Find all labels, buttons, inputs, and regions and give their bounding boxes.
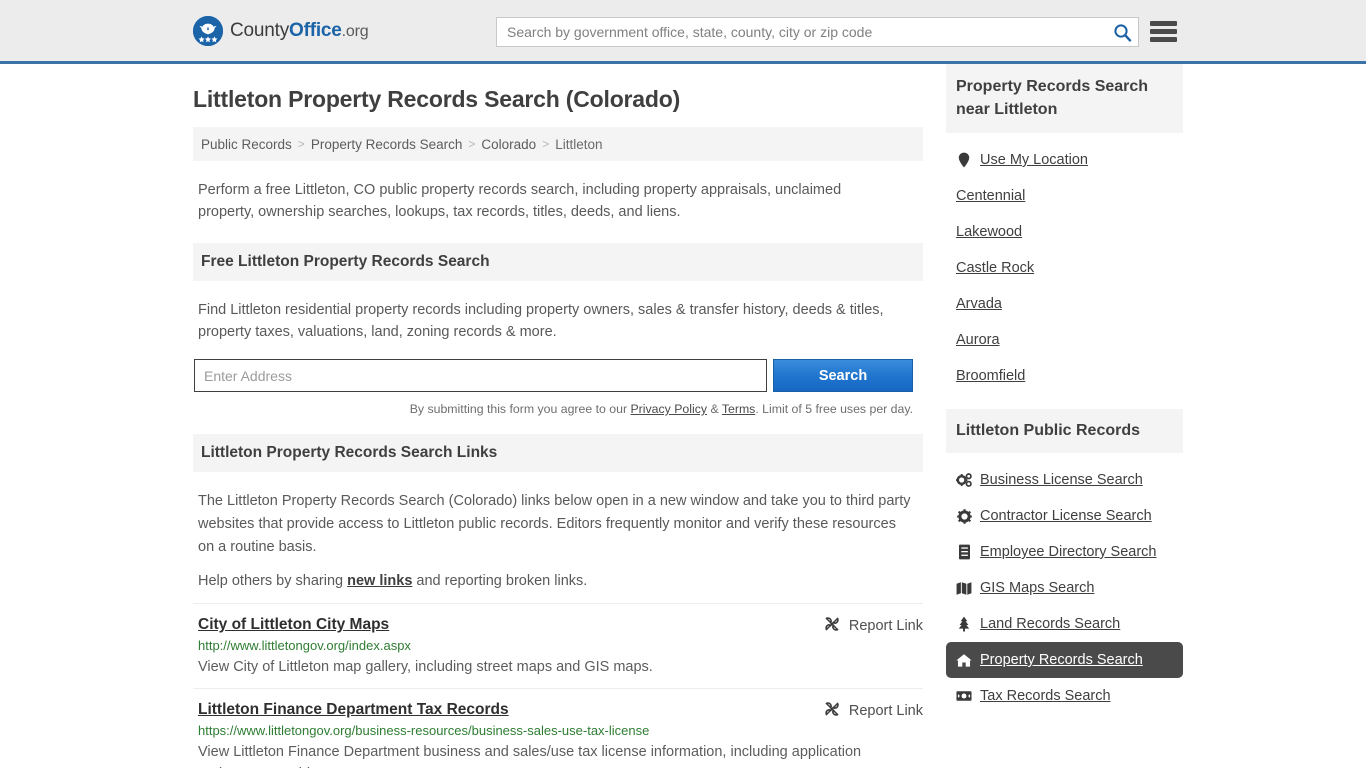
sidebar-record-label[interactable]: GIS Maps Search [980, 580, 1094, 596]
result-url: https://www.littletongov.org/business-re… [198, 723, 650, 738]
brand-org: .org [341, 22, 369, 40]
main-column: Littleton Property Records Search (Color… [193, 64, 923, 768]
breadcrumb-separator-icon: > [542, 137, 550, 151]
sidebar-public-records-list: Business License Search Contractor Licen… [946, 462, 1183, 714]
global-search-bar[interactable] [496, 17, 1139, 47]
address-search-button[interactable]: Search [773, 359, 913, 392]
free-search-description: Find Littleton residential property reco… [198, 302, 884, 340]
result-description: View City of Littleton map gallery, incl… [198, 659, 653, 675]
broken-link-icon [824, 701, 840, 721]
result-title-link[interactable]: City of Littleton City Maps [198, 616, 389, 634]
form-disclaimer: By submitting this form you agree to our… [193, 402, 913, 416]
map-icon [956, 580, 972, 596]
home-icon [956, 652, 972, 668]
book-icon [956, 544, 972, 560]
link-result-item: City of Littleton City Maps http://www.l… [193, 603, 923, 688]
sidebar-nearby-label[interactable]: Centennial [956, 188, 1025, 204]
sidebar-item-property-records-search[interactable]: Property Records Search [946, 642, 1183, 678]
global-search-input[interactable] [497, 19, 1106, 45]
breadcrumb-separator-icon: > [297, 137, 305, 151]
sidebar-public-records-heading: Littleton Public Records [946, 409, 1183, 453]
breadcrumb-item-colorado[interactable]: Colorado [481, 137, 536, 152]
sidebar-item-arvada[interactable]: Arvada [946, 286, 1183, 322]
sidebar-nearby-label[interactable]: Use My Location [980, 152, 1088, 168]
hamburger-bar-2 [1150, 29, 1177, 34]
links-section-heading: Littleton Property Records Search Links [193, 434, 923, 472]
report-link-label: Report Link [848, 703, 923, 719]
sidebar-item-contractor-license-search[interactable]: Contractor License Search [946, 498, 1183, 534]
search-icon[interactable] [1106, 18, 1138, 46]
result-url: http://www.littletongov.org/index.aspx [198, 638, 411, 653]
link-result-item: Littleton Finance Department Tax Records… [193, 688, 923, 768]
sidebar-nearby-heading: Property Records Search near Littleton [946, 64, 1183, 133]
cog-icon [956, 508, 972, 524]
site-logo[interactable]: CountyOffice.org [193, 15, 369, 46]
sidebar-item-employee-directory-search[interactable]: Employee Directory Search [946, 534, 1183, 570]
cogs-icon [956, 472, 972, 488]
sidebar-item-tax-records-search[interactable]: Tax Records Search [946, 678, 1183, 714]
hamburger-bar-3 [1150, 37, 1177, 42]
money-bill-icon [956, 688, 972, 704]
breadcrumb-item-public-records[interactable]: Public Records [201, 137, 292, 152]
sidebar-record-label[interactable]: Property Records Search [980, 652, 1143, 668]
hamburger-bar-1 [1150, 21, 1177, 26]
links-section-blurb: The Littleton Property Records Search (C… [198, 493, 911, 555]
address-search-form: Search [194, 359, 914, 392]
free-search-heading: Free Littleton Property Records Search [193, 243, 923, 281]
sidebar-record-label[interactable]: Business License Search [980, 472, 1143, 488]
sidebar: Property Records Search near Littleton U… [946, 64, 1183, 714]
privacy-policy-link[interactable]: Privacy Policy [630, 402, 707, 416]
eagle-logo-icon [193, 15, 223, 46]
sidebar-nearby-label[interactable]: Aurora [956, 332, 1000, 348]
sidebar-nearby-label[interactable]: Arvada [956, 296, 1002, 312]
sidebar-item-lakewood[interactable]: Lakewood [946, 214, 1183, 250]
sidebar-record-label[interactable]: Land Records Search [980, 616, 1120, 632]
form-disclaimer-suffix: . Limit of 5 free uses per day. [755, 402, 913, 416]
breadcrumb: Public Records > Property Records Search… [193, 127, 923, 161]
sidebar-nearby-label[interactable]: Lakewood [956, 224, 1022, 240]
sidebar-item-aurora[interactable]: Aurora [946, 322, 1183, 358]
new-links-link[interactable]: new links [347, 573, 412, 589]
page-body: Littleton Property Records Search (Color… [0, 64, 1366, 768]
terms-link[interactable]: Terms [722, 402, 755, 416]
sidebar-item-land-records-search[interactable]: Land Records Search [946, 606, 1183, 642]
brand-wordmark: CountyOffice.org [230, 19, 369, 42]
brand-office: Office [289, 19, 342, 41]
sidebar-nearby-label[interactable]: Broomfield [956, 368, 1025, 384]
form-disclaimer-amp: & [707, 402, 722, 416]
sidebar-item-castle-rock[interactable]: Castle Rock [946, 250, 1183, 286]
address-input[interactable] [194, 359, 767, 392]
hamburger-menu-icon[interactable] [1150, 19, 1177, 44]
intro-paragraph: Perform a free Littleton, CO public prop… [198, 182, 842, 220]
sidebar-record-label[interactable]: Tax Records Search [980, 688, 1111, 704]
tree-icon [956, 616, 972, 632]
report-link-button[interactable]: Report Link [824, 616, 923, 636]
map-pin-icon [956, 152, 972, 168]
links-help-suffix: and reporting broken links. [412, 573, 588, 589]
sidebar-item-business-license-search[interactable]: Business License Search [946, 462, 1183, 498]
sidebar-item-centennial[interactable]: Centennial [946, 178, 1183, 214]
form-disclaimer-prefix: By submitting this form you agree to our [409, 402, 631, 416]
result-description: View Littleton Finance Department busine… [198, 744, 862, 768]
page-title: Littleton Property Records Search (Color… [193, 86, 681, 112]
links-section-help: Help others by sharing new links and rep… [198, 573, 923, 589]
report-link-label: Report Link [848, 618, 923, 634]
sidebar-item-use-my-location[interactable]: Use My Location [946, 142, 1183, 178]
sidebar-item-broomfield[interactable]: Broomfield [946, 358, 1183, 394]
sidebar-nearby-label[interactable]: Castle Rock [956, 260, 1034, 276]
sidebar-record-label[interactable]: Employee Directory Search [980, 544, 1157, 560]
sidebar-record-label[interactable]: Contractor License Search [980, 508, 1152, 524]
links-help-prefix: Help others by sharing [198, 573, 348, 589]
breadcrumb-separator-icon: > [468, 137, 476, 151]
broken-link-icon [824, 616, 840, 636]
report-link-button[interactable]: Report Link [824, 701, 923, 721]
result-title-link[interactable]: Littleton Finance Department Tax Records [198, 701, 509, 719]
sidebar-nearby-list: Use My Location Centennial Lakewood Cast… [946, 142, 1183, 394]
brand-county: County [230, 19, 290, 41]
sidebar-item-gis-maps-search[interactable]: GIS Maps Search [946, 570, 1183, 606]
site-header: CountyOffice.org [0, 0, 1366, 64]
breadcrumb-item-littleton: Littleton [555, 136, 603, 152]
breadcrumb-item-property-records-search[interactable]: Property Records Search [311, 137, 463, 152]
